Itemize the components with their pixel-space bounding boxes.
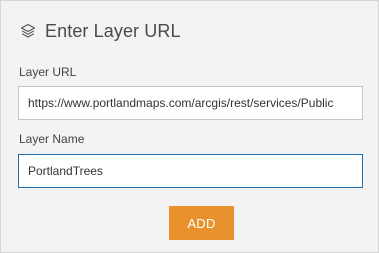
enter-layer-url-panel: Enter Layer URL Layer URL Layer Name ADD — [0, 0, 379, 253]
layer-name-input[interactable] — [18, 154, 363, 188]
panel-header: Enter Layer URL — [19, 17, 181, 45]
layer-url-label: Layer URL — [19, 65, 77, 79]
panel-title: Enter Layer URL — [45, 20, 181, 41]
layer-name-label: Layer Name — [19, 132, 85, 146]
layer-url-input[interactable] — [18, 86, 363, 120]
add-button[interactable]: ADD — [169, 206, 234, 240]
layers-icon — [19, 22, 37, 40]
